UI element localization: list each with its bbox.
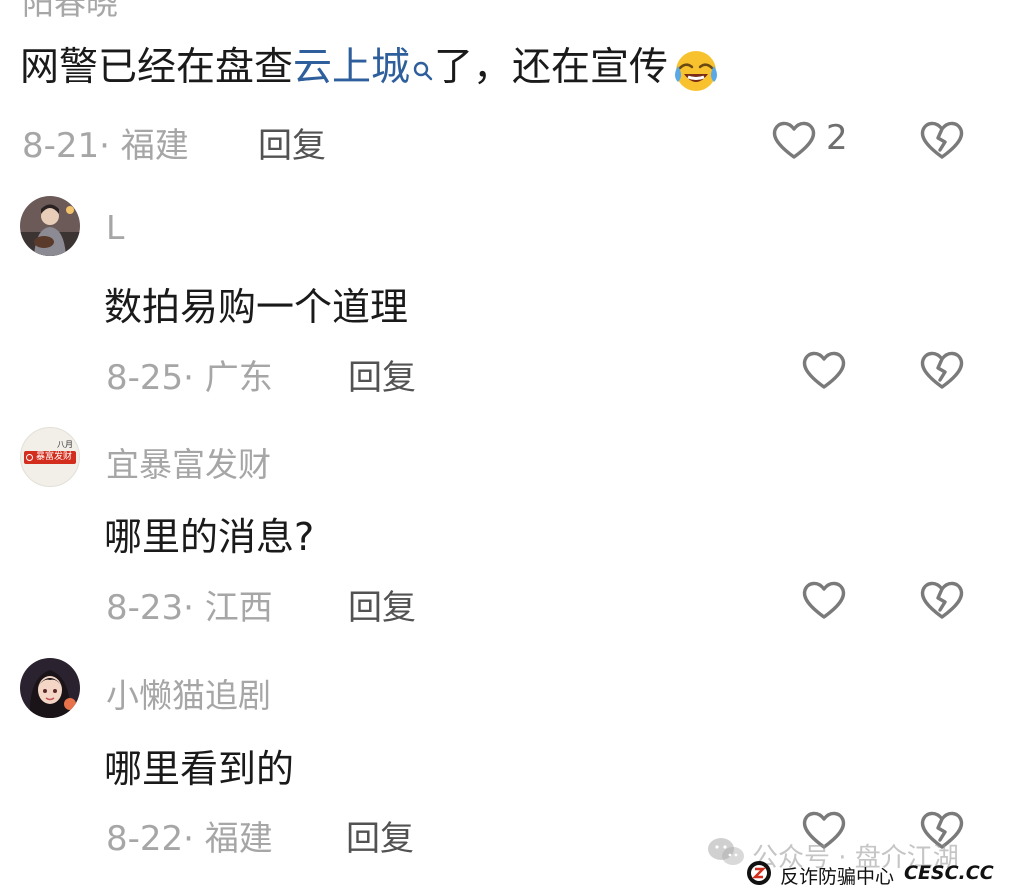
anti-fraud-logo-icon xyxy=(746,860,772,886)
username[interactable]: L xyxy=(106,208,124,247)
dislike-broken-heart-icon[interactable] xyxy=(918,116,966,164)
laughing-crying-emoji-icon xyxy=(672,46,720,94)
like-count: 2 xyxy=(826,118,848,158)
avatar-badge: 暴富发财 xyxy=(24,451,76,464)
watermark-brand: CESC.CC xyxy=(904,862,994,884)
dislike-broken-heart-icon[interactable] xyxy=(918,576,966,624)
comment-date-location: 8-22· 福建 xyxy=(106,819,273,859)
like-heart-icon[interactable] xyxy=(770,116,818,164)
comment-text: 哪里的消息? xyxy=(104,515,315,559)
search-icon xyxy=(412,42,434,81)
comment-text-part: 网警已经在盘查 xyxy=(20,45,294,90)
previous-username: 阳春晓 xyxy=(22,0,119,22)
comment-text: 网警已经在盘查云上城 了，还在宣传 xyxy=(20,40,720,96)
comment-text-part: 了，还在宣传 xyxy=(434,45,669,90)
search-link[interactable]: 云上城 xyxy=(293,45,434,90)
search-link-label: 云上城 xyxy=(293,45,411,90)
reply-button[interactable]: 回复 xyxy=(348,580,416,629)
reply-button[interactable]: 回复 xyxy=(348,350,416,399)
username[interactable]: 宜暴富发财 xyxy=(106,438,271,486)
avatar[interactable] xyxy=(20,196,80,256)
comment-date-location: 8-23· 江西 xyxy=(106,588,273,628)
watermark-center-name: 反诈防骗中心 xyxy=(780,866,895,888)
comment-date-location: 8-21· 福建 xyxy=(22,126,189,166)
avatar-badge-text: 暴富发财 xyxy=(36,452,73,462)
avatar[interactable] xyxy=(20,658,80,718)
comment-date-location: 8-25· 广东 xyxy=(106,358,273,398)
avatar-guitar-boy-icon xyxy=(20,196,80,256)
avatar-top-text: 八月 xyxy=(57,440,73,449)
wechat-logo-icon xyxy=(706,836,746,868)
reply-button[interactable]: 回复 xyxy=(346,811,414,860)
comment-text: 哪里看到的 xyxy=(104,747,295,791)
avatar[interactable]: 八月 暴富发财 xyxy=(20,427,80,487)
dislike-broken-heart-icon[interactable] xyxy=(918,346,966,394)
like-heart-icon[interactable] xyxy=(800,576,848,624)
comment-text: 数拍易购一个道理 xyxy=(104,285,409,329)
avatar-badge-circle xyxy=(26,454,33,461)
username[interactable]: 小懒猫追剧 xyxy=(106,669,271,717)
reply-button[interactable]: 回复 xyxy=(258,118,326,167)
like-heart-icon[interactable] xyxy=(800,346,848,394)
avatar-anime-girl-icon xyxy=(20,658,80,718)
